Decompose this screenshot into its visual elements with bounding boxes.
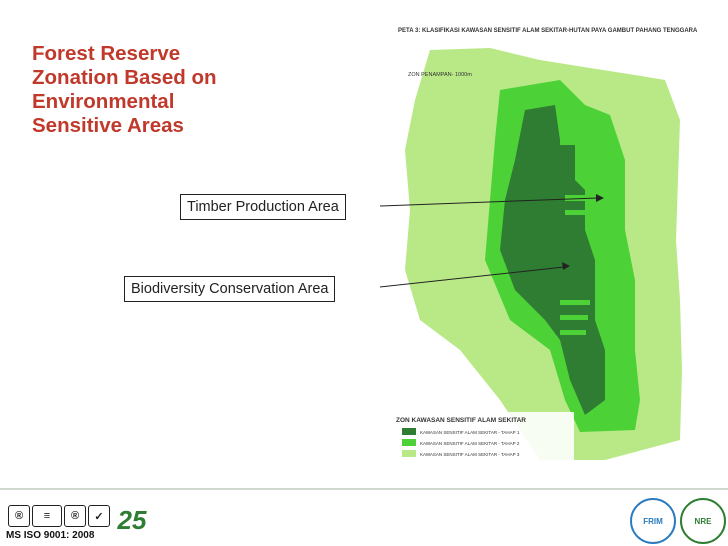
- legend-item-2: KAWASAN SENSITIF ALAM SEKITAR - TAHAP 2: [420, 441, 520, 446]
- timber-production-label: Timber Production Area: [180, 194, 346, 220]
- title-line-1: Forest Reserve: [32, 42, 181, 65]
- slide-title: Forest Reserve Zonation Based on Environ…: [32, 42, 292, 138]
- buffer-label: ZON PENAMPAN- 1000m: [408, 72, 472, 78]
- biodiversity-conservation-label: Biodiversity Conservation Area: [124, 276, 336, 302]
- map-heading: PETA 3: KLASIFIKASI KAWASAN SENSITIF ALA…: [398, 28, 698, 34]
- iso-certification-text: MS ISO 9001: 2008: [6, 530, 95, 541]
- nre-logo: NRE: [680, 498, 726, 544]
- title-line-2: Zonation Based on: [32, 66, 217, 89]
- legend-item-3: KAWASAN SENSITIF ALAM SEKITAR - TAHAP 3: [420, 452, 520, 457]
- registered-cert-icon-2: ®: [64, 505, 86, 527]
- title-line-4: Sensitive Areas: [32, 114, 184, 137]
- zonation-map: PETA 3: KLASIFIKASI KAWASAN SENSITIF ALA…: [380, 20, 710, 468]
- footer-divider: [0, 488, 728, 490]
- legend-item-1: KAWASAN SENSITIF ALAM SEKITAR - TAHAP 1: [420, 430, 520, 435]
- frim-logo: FRIM: [630, 498, 676, 544]
- title-line-3: Environmental: [32, 90, 175, 113]
- quality-cert-icon: ≡: [32, 505, 62, 527]
- legend-title: ZON KAWASAN SENSITIF ALAM SEKITAR: [396, 417, 526, 424]
- anniversary-logo: 25: [117, 504, 147, 535]
- map-legend: ZON KAWASAN SENSITIF ALAM SEKITAR KAWASA…: [394, 412, 574, 466]
- registered-cert-icon: ®: [8, 505, 30, 527]
- accreditation-cert-icon: ✓: [88, 505, 110, 527]
